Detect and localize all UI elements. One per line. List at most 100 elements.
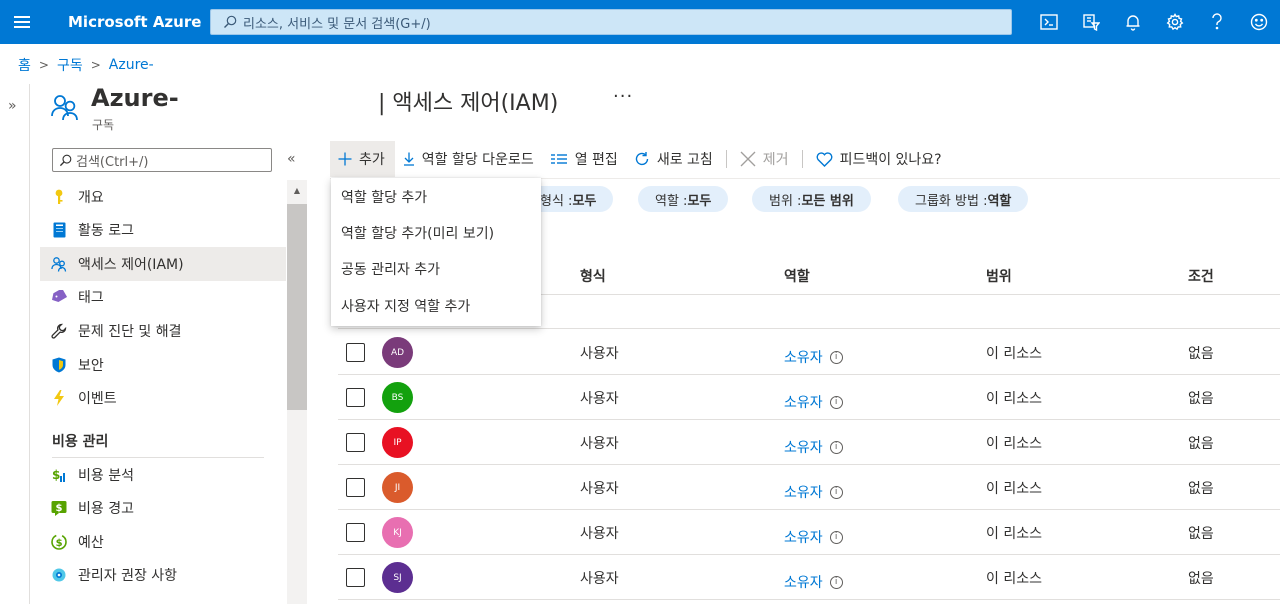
refresh-label: 새로 고침 xyxy=(656,152,713,168)
sidebar: 개요 활동 로그 액세스 제어(IAM) 태그 문제 진단 및 해결 보안 이벤… xyxy=(40,180,286,604)
shield-icon xyxy=(51,357,67,373)
cell-role[interactable]: 소유자 i xyxy=(784,437,843,457)
sidebar-item-advisor[interactable]: 관리자 권장 사항 xyxy=(40,558,286,592)
sidebar-item-label: 개요 xyxy=(78,190,104,206)
filter-groupby-pill[interactable]: 그룹화 방법 : 역할 xyxy=(898,186,1029,212)
row-checkbox[interactable] xyxy=(346,388,365,407)
sidebar-item-budgets[interactable]: $ 예산 xyxy=(40,525,286,559)
cell-scope: 이 리소스 xyxy=(986,391,1042,407)
brand-title[interactable]: Microsoft Azure xyxy=(68,13,210,31)
column-header-condition[interactable]: 조건 xyxy=(1188,266,1214,286)
page-title: | 액세스 제어(IAM) xyxy=(378,91,559,116)
column-header-scope[interactable]: 범위 xyxy=(986,266,1012,286)
help-icon[interactable] xyxy=(1196,0,1238,44)
role-link[interactable]: 소유자 xyxy=(784,440,823,456)
info-icon[interactable]: i xyxy=(829,575,843,589)
avatar: JI xyxy=(382,472,413,503)
resource-name: Azure- xyxy=(91,84,179,112)
notifications-icon[interactable] xyxy=(1112,0,1154,44)
sidebar-item-tags[interactable]: 태그 xyxy=(40,280,286,314)
role-link[interactable]: 소유자 xyxy=(784,530,823,546)
collapse-sidebar-button[interactable]: « xyxy=(287,151,296,167)
table-row: BS 사용자 소유자 i 이 리소스 없음 xyxy=(338,374,1280,419)
expand-nav-icon[interactable]: » xyxy=(8,98,17,114)
cell-type: 사용자 xyxy=(580,391,619,407)
cloud-shell-icon[interactable] xyxy=(1028,0,1070,44)
cell-scope: 이 리소스 xyxy=(986,436,1042,452)
global-search-input[interactable]: 리소스, 서비스 및 문서 검색(G+/) xyxy=(210,9,1012,35)
row-checkbox[interactable] xyxy=(346,478,365,497)
info-icon[interactable]: i xyxy=(829,440,843,454)
cell-role[interactable]: 소유자 i xyxy=(784,482,843,502)
sidebar-scrollbar[interactable]: ▲ xyxy=(287,180,307,604)
add-button-label: 추가 xyxy=(359,152,385,168)
menu-item-add-role-assignment[interactable]: 역할 할당 추가 xyxy=(331,179,541,215)
role-link[interactable]: 소유자 xyxy=(784,485,823,501)
sidebar-item-cost-alerts[interactable]: $ 비용 경고 xyxy=(40,491,286,525)
svg-text:$: $ xyxy=(52,468,60,482)
cell-condition: 없음 xyxy=(1188,481,1214,497)
filter-scope-pill[interactable]: 범위 : 모든 범위 xyxy=(752,186,871,212)
sidebar-scroll-thumb[interactable] xyxy=(287,204,307,410)
key-icon xyxy=(51,189,67,205)
resource-type: 구독 xyxy=(92,118,115,132)
menu-item-add-role-assignment-preview[interactable]: 역할 할당 추가(미리 보기) xyxy=(331,215,541,251)
sidebar-item-access-control[interactable]: 액세스 제어(IAM) xyxy=(40,247,286,281)
cell-type: 사용자 xyxy=(580,481,619,497)
settings-icon[interactable] xyxy=(1154,0,1196,44)
row-checkbox[interactable] xyxy=(346,568,365,587)
row-checkbox[interactable] xyxy=(346,343,365,362)
edit-columns-button[interactable]: 열 편집 xyxy=(542,141,626,177)
info-icon[interactable]: i xyxy=(829,530,843,544)
role-link[interactable]: 소유자 xyxy=(784,395,823,411)
filter-role-pill[interactable]: 역할 : 모두 xyxy=(638,186,729,212)
filter-label: 범위 : xyxy=(769,193,802,209)
sidebar-item-diagnose[interactable]: 문제 진단 및 해결 xyxy=(40,314,286,348)
search-icon xyxy=(221,13,239,31)
sidebar-item-activity-log[interactable]: 활동 로그 xyxy=(40,213,286,247)
info-icon[interactable]: i xyxy=(829,350,843,364)
column-header-type[interactable]: 형식 xyxy=(580,266,606,286)
portal-menu-button[interactable] xyxy=(0,0,44,44)
cell-role[interactable]: 소유자 i xyxy=(784,347,843,367)
sidebar-item-security[interactable]: 보안 xyxy=(40,348,286,382)
sidebar-item-label: 이벤트 xyxy=(78,391,117,407)
breadcrumb-subscription-link[interactable]: Azure- xyxy=(109,57,154,73)
sidebar-search-input[interactable]: 검색(Ctrl+/) xyxy=(52,148,272,172)
row-checkbox[interactable] xyxy=(346,433,365,452)
more-options-button[interactable]: ··· xyxy=(613,86,633,107)
menu-item-add-coadmin[interactable]: 공동 관리자 추가 xyxy=(331,251,541,287)
breadcrumb-home-link[interactable]: 홈 xyxy=(18,55,31,75)
role-link[interactable]: 소유자 xyxy=(784,350,823,366)
info-icon[interactable]: i xyxy=(829,395,843,409)
remove-button[interactable]: 제거 xyxy=(732,141,797,177)
cell-type: 사용자 xyxy=(580,346,619,362)
feedback-button[interactable]: 피드백이 있나요? xyxy=(808,141,950,177)
download-button-label: 역할 할당 다운로드 xyxy=(421,152,534,168)
cell-role[interactable]: 소유자 i xyxy=(784,392,843,412)
directory-filter-icon[interactable] xyxy=(1070,0,1112,44)
menu-item-add-custom-role[interactable]: 사용자 지정 역할 추가 xyxy=(331,288,541,324)
budget-icon: $ xyxy=(51,534,67,550)
breadcrumb-subscriptions-link[interactable]: 구독 xyxy=(57,55,83,75)
column-header-role[interactable]: 역할 xyxy=(784,266,810,286)
sidebar-item-cost-analysis[interactable]: $ 비용 분석 xyxy=(40,458,286,492)
sidebar-item-events[interactable]: 이벤트 xyxy=(40,381,286,415)
command-bar: 추가 역할 할당 다운로드 열 편집 새로 고침 제거 피드백이 있나요? xyxy=(330,141,950,177)
filter-value: 역할 xyxy=(987,193,1012,209)
plus-icon xyxy=(338,152,352,166)
row-checkbox[interactable] xyxy=(346,523,365,542)
cell-role[interactable]: 소유자 i xyxy=(784,572,843,592)
role-link[interactable]: 소유자 xyxy=(784,575,823,591)
add-button[interactable]: 추가 xyxy=(330,141,395,177)
refresh-button[interactable]: 새로 고침 xyxy=(626,141,721,177)
feedback-icon[interactable] xyxy=(1238,0,1280,44)
sidebar-item-overview[interactable]: 개요 xyxy=(40,180,286,214)
scroll-up-icon[interactable]: ▲ xyxy=(287,180,307,200)
cell-role[interactable]: 소유자 i xyxy=(784,527,843,547)
cell-type: 사용자 xyxy=(580,436,619,452)
info-icon[interactable]: i xyxy=(829,485,843,499)
refresh-icon xyxy=(634,151,650,167)
sidebar-item-label: 태그 xyxy=(78,290,104,306)
download-role-assignments-button[interactable]: 역할 할당 다운로드 xyxy=(395,141,542,177)
